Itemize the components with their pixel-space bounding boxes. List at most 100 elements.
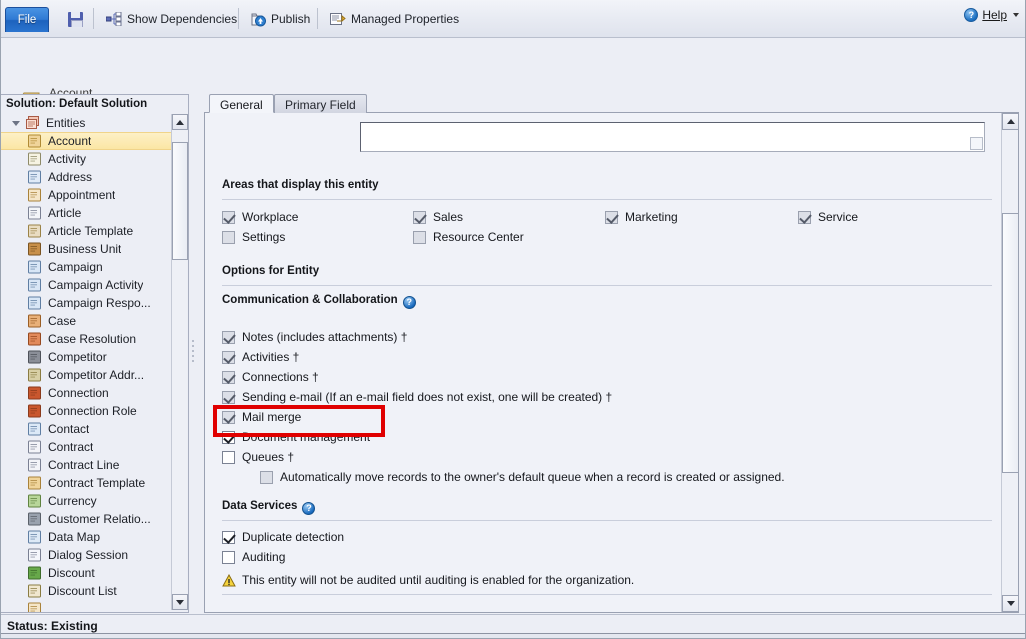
checkbox-document-management[interactable]: Document management xyxy=(222,430,370,444)
entity-currency-icon xyxy=(27,494,42,508)
sidebar-item-contact[interactable]: Contact xyxy=(1,420,187,438)
sidebar-item-data-map[interactable]: Data Map xyxy=(1,528,187,546)
sidebar-item-contract-template[interactable]: Contract Template xyxy=(1,474,187,492)
sidebar-item-connection-role[interactable]: Connection Role xyxy=(1,402,187,420)
sidebar-item-campaign-activity[interactable]: Campaign Activity xyxy=(1,276,187,294)
entity-appointment-icon xyxy=(27,188,42,202)
sidebar-item-discount-list[interactable]: Discount List xyxy=(1,582,187,600)
checkbox-auditing-box[interactable] xyxy=(222,551,235,564)
show-dependencies-button[interactable]: Show Dependencies xyxy=(101,6,242,32)
save-button[interactable] xyxy=(63,6,88,32)
checkbox-workplace-box[interactable] xyxy=(222,211,235,224)
checkbox-marketing[interactable]: Marketing xyxy=(605,210,678,224)
checkbox-connections[interactable]: Connections † xyxy=(222,370,319,384)
status-bar: Status: Existing xyxy=(1,614,1026,638)
checkbox-sales[interactable]: Sales xyxy=(413,210,463,224)
sidebar-splitter[interactable] xyxy=(189,94,197,613)
entity-campaign-icon xyxy=(27,260,42,274)
checkbox-notes[interactable]: Notes (includes attachments) † xyxy=(222,330,407,344)
checkbox-activities[interactable]: Activities † xyxy=(222,350,299,364)
checkbox-queues-box[interactable] xyxy=(222,451,235,464)
content-scroll-thumb[interactable] xyxy=(1002,213,1019,473)
checkbox-mail-merge-box[interactable] xyxy=(222,411,235,424)
sidebar-item-case-resolution[interactable]: Case Resolution xyxy=(1,330,187,348)
sidebar-item-competitor-addr[interactable]: Competitor Addr... xyxy=(1,366,187,384)
help-icon[interactable]: ? xyxy=(403,296,416,309)
help-button[interactable]: ? Help xyxy=(964,8,1019,22)
sidebar-item-account[interactable]: Account xyxy=(1,132,187,150)
arrow-down-icon xyxy=(1007,601,1015,606)
window-resize-grip[interactable] xyxy=(1,633,1026,638)
checkbox-auto-move-queue-box[interactable] xyxy=(260,471,273,484)
list-item[interactable] xyxy=(1,600,187,612)
checkbox-service-box[interactable] xyxy=(798,211,811,224)
main-content: General Primary Field Areas that display… xyxy=(204,94,1019,613)
checkbox-duplicate-detection-box[interactable] xyxy=(222,531,235,544)
file-tab[interactable]: File xyxy=(5,7,49,32)
chevron-down-icon xyxy=(1013,13,1019,17)
checkbox-resource-center[interactable]: Resource Center xyxy=(413,230,524,244)
checkbox-settings-box[interactable] xyxy=(222,231,235,244)
tab-general[interactable]: General xyxy=(209,94,274,113)
sidebar-item-label: Discount List xyxy=(48,584,117,598)
sidebar-item-competitor[interactable]: Competitor xyxy=(1,348,187,366)
resize-handle-icon[interactable] xyxy=(970,137,983,150)
checkbox-auto-move-queue[interactable]: Automatically move records to the owner'… xyxy=(260,470,785,484)
checkbox-notes-box[interactable] xyxy=(222,331,235,344)
content-scroll-down-button[interactable] xyxy=(1002,595,1019,612)
help-icon[interactable]: ? xyxy=(302,502,315,515)
form-body: Areas that display this entity Workplace… xyxy=(205,113,1002,612)
sidebar-item-label: Account xyxy=(48,134,91,148)
publish-button[interactable]: Publish xyxy=(246,6,315,32)
arrow-up-icon xyxy=(1007,119,1015,124)
solution-sidebar: Solution: Default Solution EntitiesAccou… xyxy=(1,94,189,613)
content-scroll-up-button[interactable] xyxy=(1002,113,1019,130)
checkbox-queues[interactable]: Queues † xyxy=(222,450,294,464)
sidebar-item-article[interactable]: Article xyxy=(1,204,187,222)
checkbox-activities-box[interactable] xyxy=(222,351,235,364)
sidebar-item-article-template[interactable]: Article Template xyxy=(1,222,187,240)
sidebar-scrollbar[interactable] xyxy=(171,114,187,610)
sidebar-item-campaign-respo[interactable]: Campaign Respo... xyxy=(1,294,187,312)
checkbox-marketing-box[interactable] xyxy=(605,211,618,224)
checkbox-sending-email[interactable]: Sending e-mail (If an e-mail field does … xyxy=(222,390,612,404)
checkbox-document-management-box[interactable] xyxy=(222,431,235,444)
checkbox-service[interactable]: Service xyxy=(798,210,858,224)
tab-primary-field[interactable]: Primary Field xyxy=(274,94,367,113)
checkbox-sales-box[interactable] xyxy=(413,211,426,224)
managed-properties-button[interactable]: Managed Properties xyxy=(325,6,464,32)
sidebar-item-discount[interactable]: Discount xyxy=(1,564,187,582)
checkbox-sales-label: Sales xyxy=(433,210,463,224)
checkbox-mail-merge[interactable]: Mail merge xyxy=(222,410,301,424)
sidebar-item-label: Campaign Respo... xyxy=(48,296,151,310)
entity-name-field[interactable] xyxy=(360,122,985,152)
sidebar-scroll-up-button[interactable] xyxy=(172,114,188,130)
entity-tree[interactable]: Entities Account ActivityAddressAppointmen… xyxy=(1,114,187,612)
sidebar-item-dialog-session[interactable]: Dialog Session xyxy=(1,546,187,564)
checkbox-workplace[interactable]: Workplace xyxy=(222,210,298,224)
checkbox-resource-center-box[interactable] xyxy=(413,231,426,244)
sidebar-item-campaign[interactable]: Campaign xyxy=(1,258,187,276)
checkbox-auditing[interactable]: Auditing xyxy=(222,550,285,564)
sidebar-item-activity[interactable]: Activity xyxy=(1,150,187,168)
checkbox-duplicate-detection[interactable]: Duplicate detection xyxy=(222,530,344,544)
content-scrollbar[interactable] xyxy=(1001,113,1018,612)
checkbox-settings[interactable]: Settings xyxy=(222,230,285,244)
expander-open-icon[interactable] xyxy=(12,121,20,126)
sidebar-item-connection[interactable]: Connection xyxy=(1,384,187,402)
tree-root-entities[interactable]: Entities xyxy=(1,114,187,132)
checkbox-sending-email-box[interactable] xyxy=(222,391,235,404)
sidebar-item-contract-line[interactable]: Contract Line xyxy=(1,456,187,474)
sidebar-item-address[interactable]: Address xyxy=(1,168,187,186)
sidebar-item-business-unit[interactable]: Business Unit xyxy=(1,240,187,258)
sidebar-scroll-thumb[interactable] xyxy=(172,142,188,260)
sidebar-item-customer-relatio[interactable]: Customer Relatio... xyxy=(1,510,187,528)
auditing-warning: This entity will not be audited until au… xyxy=(222,573,634,587)
sidebar-item-label: Business Unit xyxy=(48,242,121,256)
sidebar-scroll-down-button[interactable] xyxy=(172,594,188,610)
sidebar-item-appointment[interactable]: Appointment xyxy=(1,186,187,204)
sidebar-item-case[interactable]: Case xyxy=(1,312,187,330)
sidebar-item-currency[interactable]: Currency xyxy=(1,492,187,510)
sidebar-item-contract[interactable]: Contract xyxy=(1,438,187,456)
checkbox-connections-box[interactable] xyxy=(222,371,235,384)
